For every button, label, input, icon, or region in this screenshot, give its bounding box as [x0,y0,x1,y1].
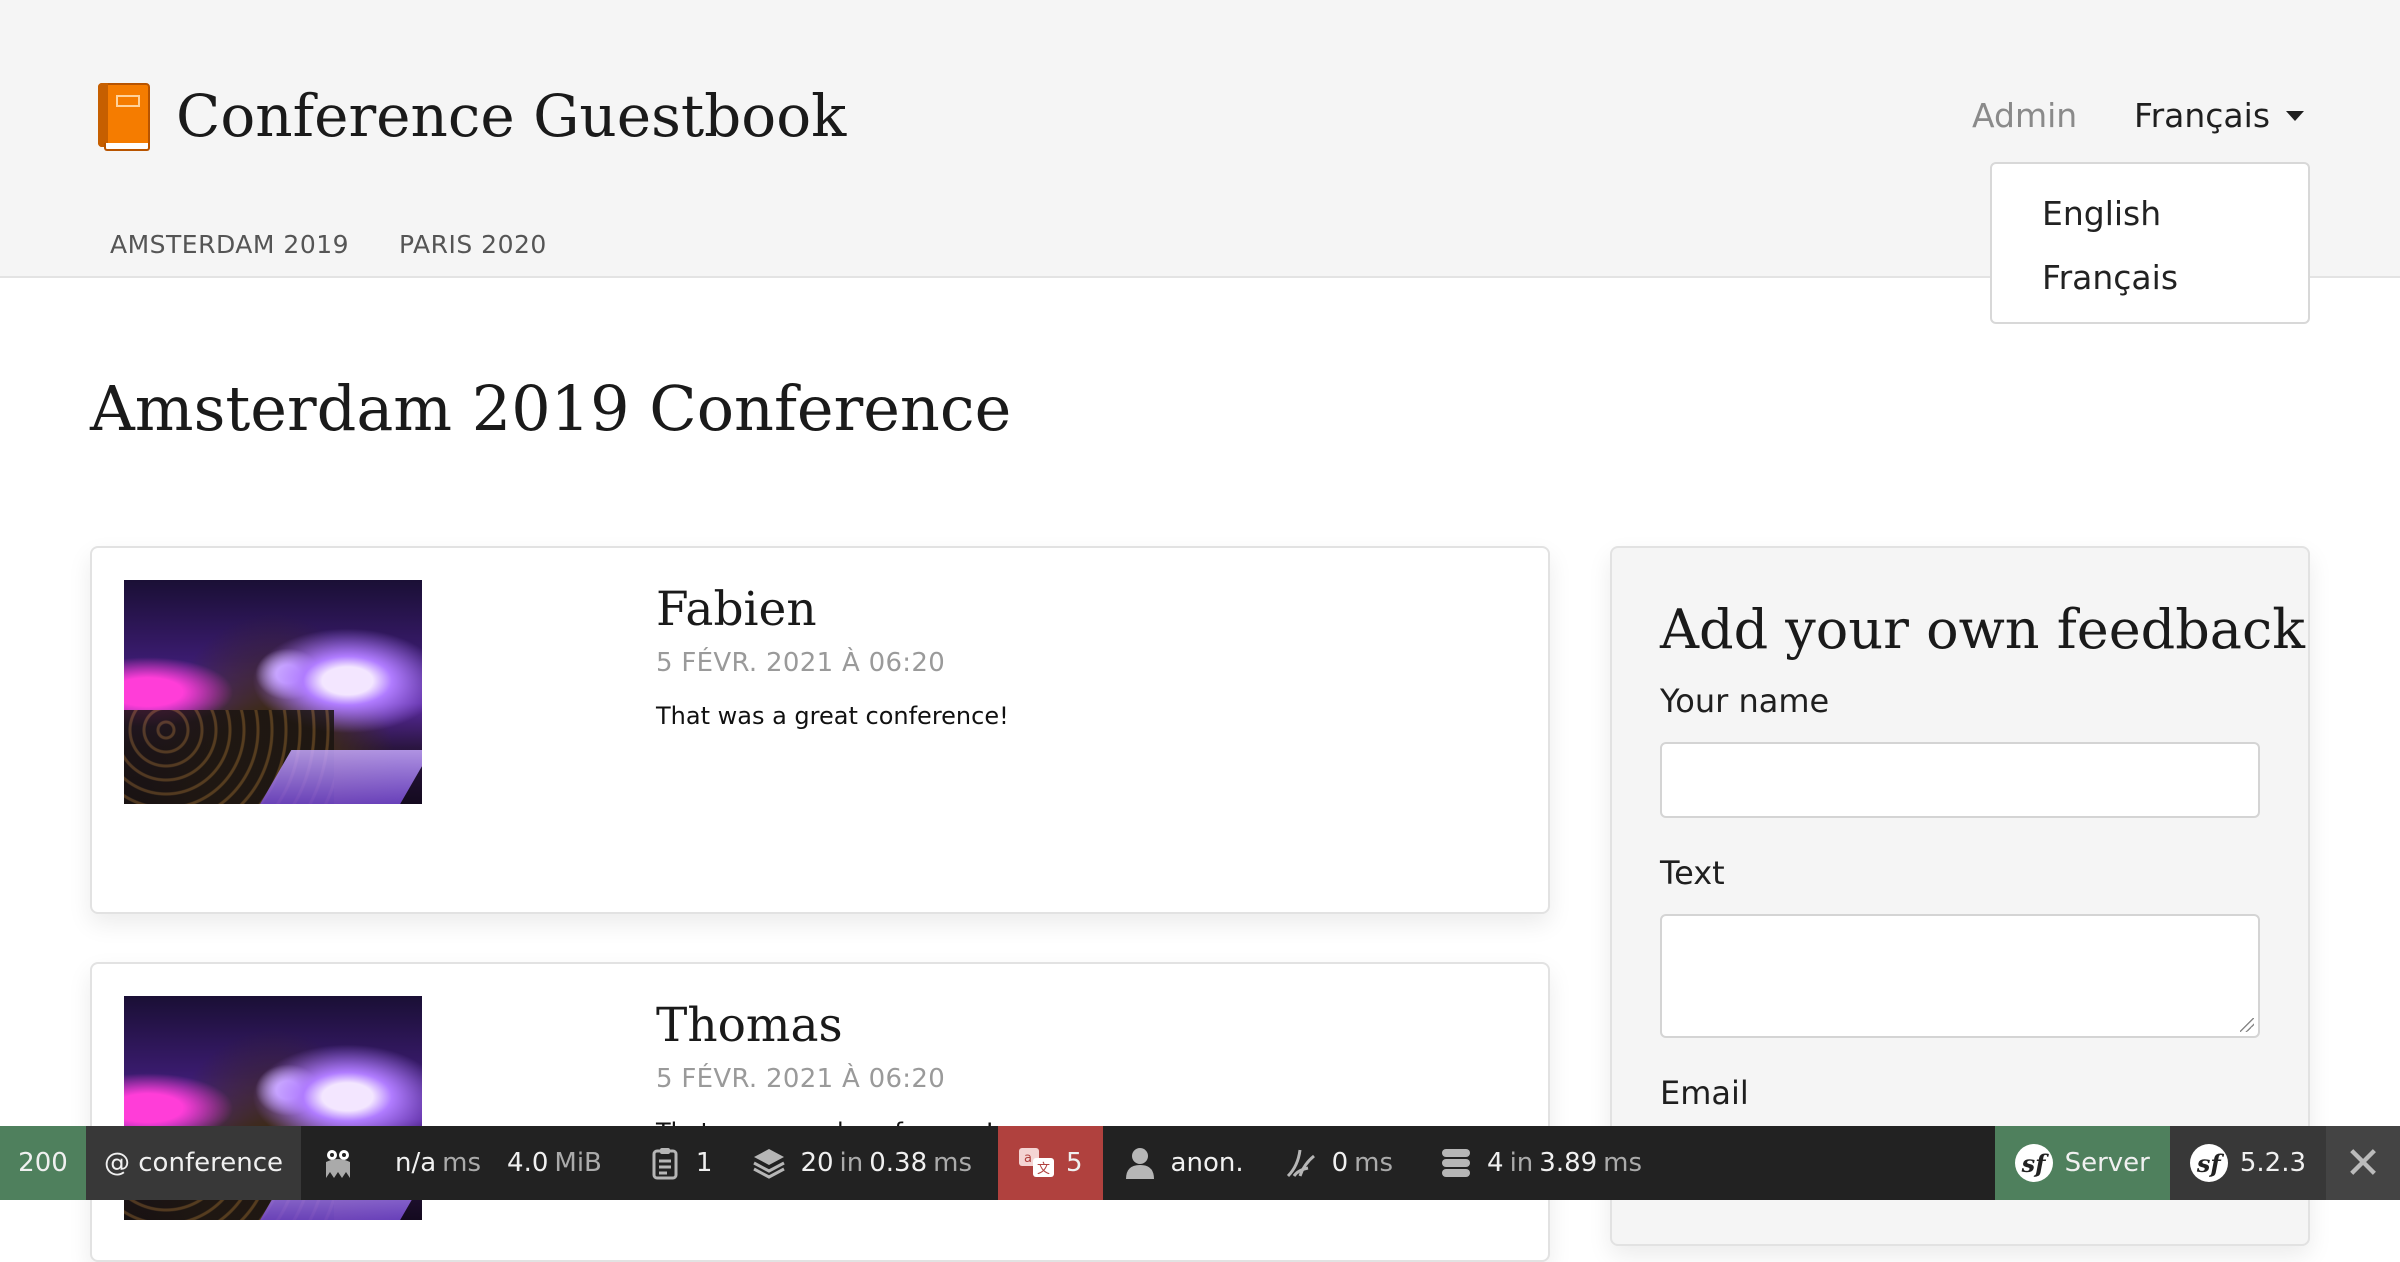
time-value: n/a [395,1148,436,1178]
user-name: anon. [1171,1148,1244,1178]
twig-time: 0 [1332,1148,1349,1178]
close-toolbar-button[interactable]: ✕ [2326,1126,2400,1200]
language-dropdown-toggle[interactable]: Français [2134,96,2304,135]
db-in: in [1510,1148,1534,1178]
status-code-badge[interactable]: 200 [0,1126,86,1200]
translation-icon: a文 [1018,1146,1052,1180]
twig-icon [1284,1146,1318,1180]
text-label: Text [1660,854,1725,892]
name-label: Your name [1660,682,1829,720]
email-label: Email [1660,1074,1749,1112]
clipboard-icon [648,1146,682,1180]
translation-count: 5 [1066,1148,1083,1178]
comment-card: Thomas 5 FÉVR. 2021 À 06:20 That was a c… [90,962,1550,1262]
svg-text:文: 文 [1037,1162,1050,1177]
time-panel[interactable]: n/a ms [301,1126,507,1200]
twig-unit: ms [1354,1148,1393,1178]
time-unit: ms [442,1148,481,1178]
cache-in: in [840,1148,864,1178]
name-input[interactable] [1660,742,2260,818]
translation-panel[interactable]: a文 5 [998,1126,1103,1200]
conference-nav: AMSTERDAM 2019 PARIS 2020 [110,230,547,259]
symfony-version-panel[interactable]: sf 5.2.3 [2170,1126,2326,1200]
comment-text: That was a great conference! [656,702,1009,730]
brand-title[interactable]: Conference Guestbook [176,82,846,150]
route-panel[interactable]: @ conference [86,1126,301,1200]
memory-value: 4.0 [507,1148,548,1178]
ghost-icon [321,1146,355,1180]
comment-card: Fabien 5 FÉVR. 2021 À 06:20 That was a g… [90,546,1550,914]
symfony-logo-icon: sf [2190,1144,2228,1182]
book-icon [98,83,150,149]
cache-time: 0.38 [869,1148,927,1178]
cache-panel[interactable]: 20 in 0.38 ms [732,1126,998,1200]
debug-toolbar: 200 @ conference n/a ms 4.0 MiB 1 20 in … [0,1126,2400,1200]
comment-photo [124,580,422,804]
language-option-english[interactable]: English [2042,194,2161,233]
security-panel[interactable]: anon. [1103,1126,1264,1200]
cache-unit: ms [933,1148,972,1178]
memory-unit: MiB [554,1148,602,1178]
comment-date: 5 FÉVR. 2021 À 06:20 [656,1064,945,1094]
forms-count: 1 [696,1148,713,1178]
language-option-francais[interactable]: Français [2042,258,2178,297]
db-queries: 4 [1487,1148,1504,1178]
page-title: Amsterdam 2019 Conference [90,372,1011,445]
language-toggle-label: Français [2134,96,2270,135]
database-icon [1439,1146,1473,1180]
server-panel[interactable]: sf Server [1995,1126,2170,1200]
conference-link-amsterdam-2019[interactable]: AMSTERDAM 2019 [110,230,349,259]
text-textarea[interactable] [1660,914,2260,1038]
comment-author: Thomas [656,998,843,1053]
symfony-version: 5.2.3 [2240,1148,2306,1178]
db-unit: ms [1603,1148,1642,1178]
memory-panel[interactable]: 4.0 MiB [507,1126,628,1200]
comment-author: Fabien [656,582,817,637]
comment-date: 5 FÉVR. 2021 À 06:20 [656,648,945,678]
admin-link[interactable]: Admin [1972,96,2077,135]
brand-link[interactable]: Conference Guestbook [98,82,846,150]
database-panel[interactable]: 4 in 3.89 ms [1419,1126,1668,1200]
caret-down-icon [2286,111,2304,121]
resize-handle-icon[interactable] [2240,1018,2254,1032]
route-name: @ conference [104,1148,283,1178]
forms-panel[interactable]: 1 [628,1126,733,1200]
close-icon: ✕ [2345,1138,2382,1189]
db-time: 3.89 [1539,1148,1597,1178]
symfony-logo-icon: sf [2015,1144,2053,1182]
layers-icon [752,1146,786,1180]
user-icon [1123,1146,1157,1180]
server-label: Server [2065,1148,2150,1178]
cache-count: 20 [800,1148,833,1178]
form-title: Add your own feedback [1660,598,2305,661]
status-code: 200 [18,1148,68,1178]
twig-panel[interactable]: 0 ms [1264,1126,1419,1200]
svg-text:a: a [1024,1151,1032,1166]
language-dropdown-menu: English Français [1990,162,2310,324]
conference-link-paris-2020[interactable]: PARIS 2020 [399,230,547,259]
